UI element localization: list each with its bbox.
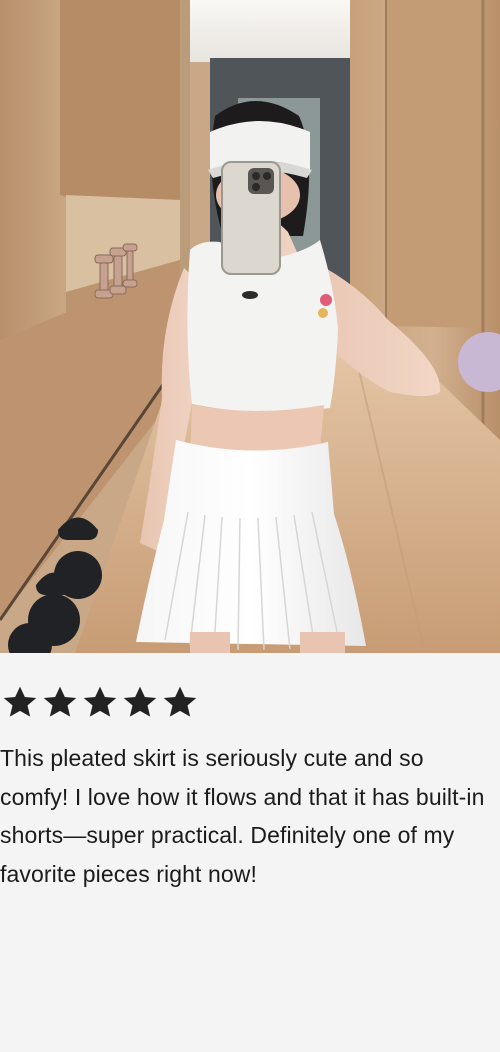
star-icon (160, 683, 200, 723)
review-text: This pleated skirt is seriously cute and… (0, 745, 485, 887)
star-icon (120, 683, 160, 723)
star-icon (80, 683, 120, 723)
review-photo[interactable] (0, 0, 500, 653)
star-icon (0, 683, 40, 723)
star-icon (40, 683, 80, 723)
star-rating (0, 683, 486, 723)
review-body: This pleated skirt is seriously cute and… (0, 653, 500, 893)
review-card: This pleated skirt is seriously cute and… (0, 0, 500, 1052)
